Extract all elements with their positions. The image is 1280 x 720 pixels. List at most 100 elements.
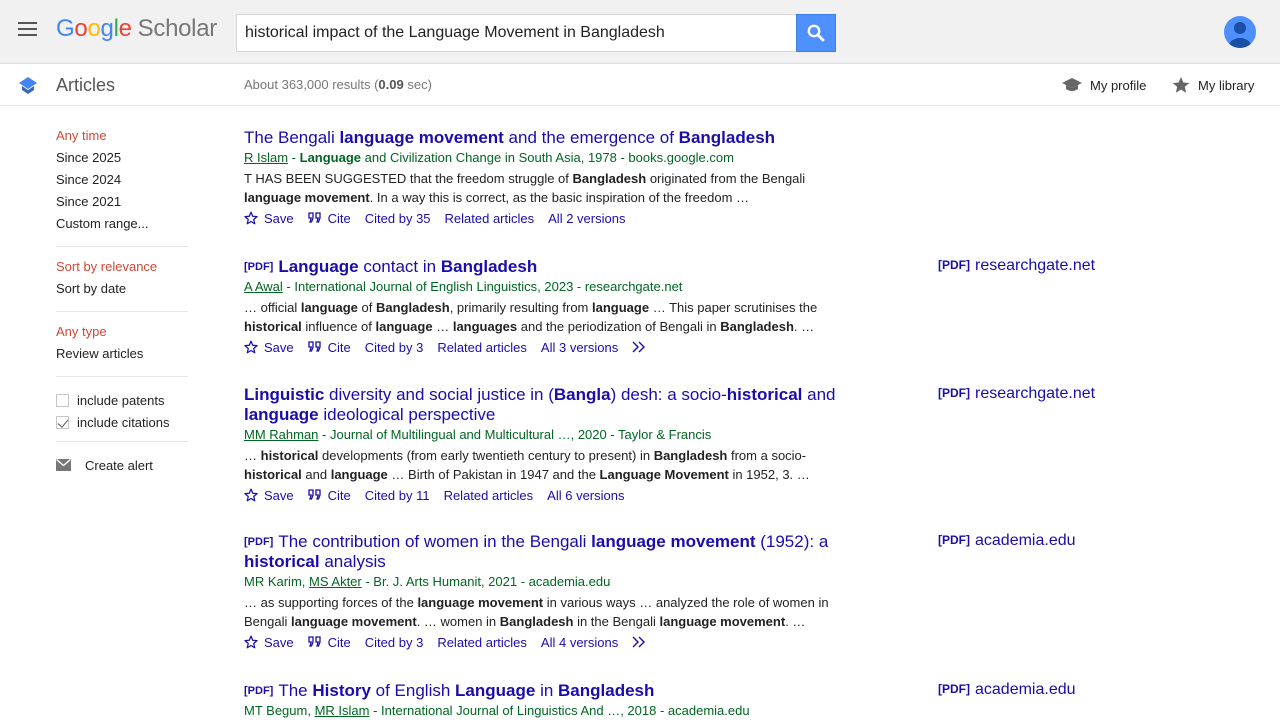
- text-span: . In a way this is correct, as the basic…: [369, 190, 750, 205]
- divider: [56, 376, 188, 377]
- related-articles-link[interactable]: Related articles: [445, 211, 535, 226]
- menu-icon[interactable]: [18, 22, 38, 40]
- all-versions-link[interactable]: All 3 versions: [541, 340, 618, 355]
- highlighted-term: historical: [726, 385, 803, 404]
- cite-button[interactable]: Cite: [307, 339, 351, 355]
- highlighted-term: Bangladesh: [440, 257, 538, 276]
- author-name: MT Begum,: [244, 703, 315, 718]
- scholar-cap-icon: [19, 77, 37, 94]
- filter-since-2025[interactable]: Since 2025: [56, 150, 188, 172]
- highlighted-term: historical: [244, 552, 320, 571]
- top-bar: Google Scholar: [0, 0, 1280, 64]
- create-alert-button[interactable]: Create alert: [56, 454, 188, 476]
- save-button[interactable]: Save: [244, 635, 294, 650]
- pdf-side-link[interactable]: [PDF] academia.edu: [938, 681, 1076, 699]
- author-link[interactable]: MM Rahman: [244, 427, 318, 442]
- more-button[interactable]: [632, 636, 652, 648]
- filter-since-2021[interactable]: Since 2021: [56, 194, 188, 216]
- all-versions-link[interactable]: All 4 versions: [541, 635, 618, 650]
- result-title-link[interactable]: [PDF] Language contact in Bangladesh: [244, 257, 844, 277]
- filter-any-type[interactable]: Any type: [56, 324, 188, 346]
- result-title-link[interactable]: Linguistic diversity and social justice …: [244, 385, 844, 425]
- cite-button[interactable]: Cite: [307, 211, 351, 226]
- quote-icon: [307, 489, 321, 500]
- highlighted-term: History: [312, 681, 371, 700]
- save-button[interactable]: Save: [244, 211, 294, 226]
- all-versions-link[interactable]: All 6 versions: [547, 488, 624, 503]
- text-span: …: [244, 448, 261, 463]
- my-library-link[interactable]: My library: [1172, 76, 1254, 94]
- filter-custom-range[interactable]: Custom range...: [56, 216, 188, 238]
- more-chevrons-icon: [632, 636, 646, 648]
- author-link[interactable]: A Awal: [244, 279, 283, 294]
- pdf-tag: [PDF]: [244, 685, 274, 697]
- save-button[interactable]: Save: [244, 488, 294, 503]
- text-span: - International Journal of English Lingu…: [282, 279, 683, 294]
- highlighted-term: Language Movement: [599, 467, 729, 482]
- highlighted-term: Bangladesh: [499, 614, 574, 629]
- cited-by-link[interactable]: Cited by 3: [365, 635, 424, 650]
- text-span: … Birth of Pakistan in 1947 and the: [387, 467, 600, 482]
- text-span: of: [357, 300, 376, 315]
- related-articles-link[interactable]: Related articles: [437, 340, 527, 355]
- checkbox-checked[interactable]: [56, 415, 69, 429]
- quote-icon: [307, 341, 321, 352]
- result-count: About 363,000 results (0.09 sec): [244, 77, 432, 92]
- author-link[interactable]: MR Islam: [315, 703, 370, 718]
- more-button[interactable]: [632, 341, 652, 353]
- pdf-side-link[interactable]: [PDF] researchgate.net: [938, 385, 1095, 403]
- sort-by-date[interactable]: Sort by date: [56, 281, 188, 303]
- filter-sidebar: Any time Since 2025 Since 2024 Since 202…: [56, 128, 188, 476]
- divider: [56, 246, 188, 247]
- highlighted-term: Language: [278, 257, 359, 276]
- text-span: …: [432, 319, 453, 334]
- pdf-side-link[interactable]: [PDF] researchgate.net: [938, 257, 1095, 275]
- pdf-side-link[interactable]: [PDF] academia.edu: [938, 532, 1076, 550]
- text-span: . … women in: [416, 614, 500, 629]
- divider: [56, 441, 188, 442]
- highlighted-term: Language: [455, 681, 536, 700]
- all-versions-link[interactable]: All 2 versions: [548, 211, 625, 226]
- include-patents-checkbox[interactable]: include patents: [56, 389, 188, 411]
- filter-any-time[interactable]: Any time: [56, 128, 188, 150]
- text-span: The contribution of women in the Bengali: [278, 532, 592, 551]
- result-title-link[interactable]: [PDF] The contribution of women in the Be…: [244, 532, 844, 572]
- more-chevrons-icon: [632, 341, 646, 353]
- sort-by-relevance[interactable]: Sort by relevance: [56, 259, 188, 281]
- star-icon: [1172, 77, 1190, 93]
- include-citations-checkbox[interactable]: include citations: [56, 411, 188, 433]
- result-snippet: … as supporting forces of the language m…: [244, 593, 854, 631]
- checkbox-unchecked[interactable]: [56, 393, 69, 407]
- related-articles-link[interactable]: Related articles: [444, 488, 534, 503]
- related-articles-link[interactable]: Related articles: [437, 635, 527, 650]
- search-button[interactable]: [796, 14, 836, 52]
- highlighted-term: language movement: [339, 128, 504, 147]
- result-title-link[interactable]: The Bengali language movement and the em…: [244, 128, 844, 148]
- highlighted-term: historical: [244, 319, 302, 334]
- google-scholar-logo[interactable]: Google Scholar: [56, 15, 217, 43]
- filter-review-articles[interactable]: Review articles: [56, 346, 188, 368]
- filter-since-2024[interactable]: Since 2024: [56, 172, 188, 194]
- text-span: and Civilization Change in South Asia, 1…: [361, 150, 734, 165]
- save-button[interactable]: Save: [244, 340, 294, 355]
- save-label: Save: [264, 210, 294, 226]
- result-meta: A Awal - International Journal of Englis…: [244, 278, 1114, 296]
- text-span: of English: [370, 681, 456, 700]
- cite-label: Cite: [327, 339, 351, 355]
- highlighted-term: Bangladesh: [558, 681, 655, 700]
- search-result: Linguistic diversity and social justice …: [244, 385, 1114, 504]
- search-input[interactable]: [237, 15, 796, 51]
- author-link[interactable]: R Islam: [244, 150, 288, 165]
- author-link[interactable]: MS Akter: [309, 574, 362, 589]
- my-profile-link[interactable]: My profile: [1062, 76, 1146, 94]
- text-span: contact in: [358, 257, 441, 276]
- cited-by-link[interactable]: Cited by 3: [365, 340, 424, 355]
- result-title-link[interactable]: [PDF] The History of English Language in …: [244, 681, 844, 701]
- search-result: [PDF] The contribution of women in the Be…: [244, 532, 1114, 651]
- cited-by-link[interactable]: Cited by 11: [365, 488, 430, 503]
- graduation-cap-icon: [1062, 78, 1082, 91]
- account-avatar[interactable]: [1224, 16, 1256, 48]
- cite-button[interactable]: Cite: [307, 635, 351, 650]
- cite-button[interactable]: Cite: [307, 488, 351, 503]
- cited-by-link[interactable]: Cited by 35: [365, 211, 431, 226]
